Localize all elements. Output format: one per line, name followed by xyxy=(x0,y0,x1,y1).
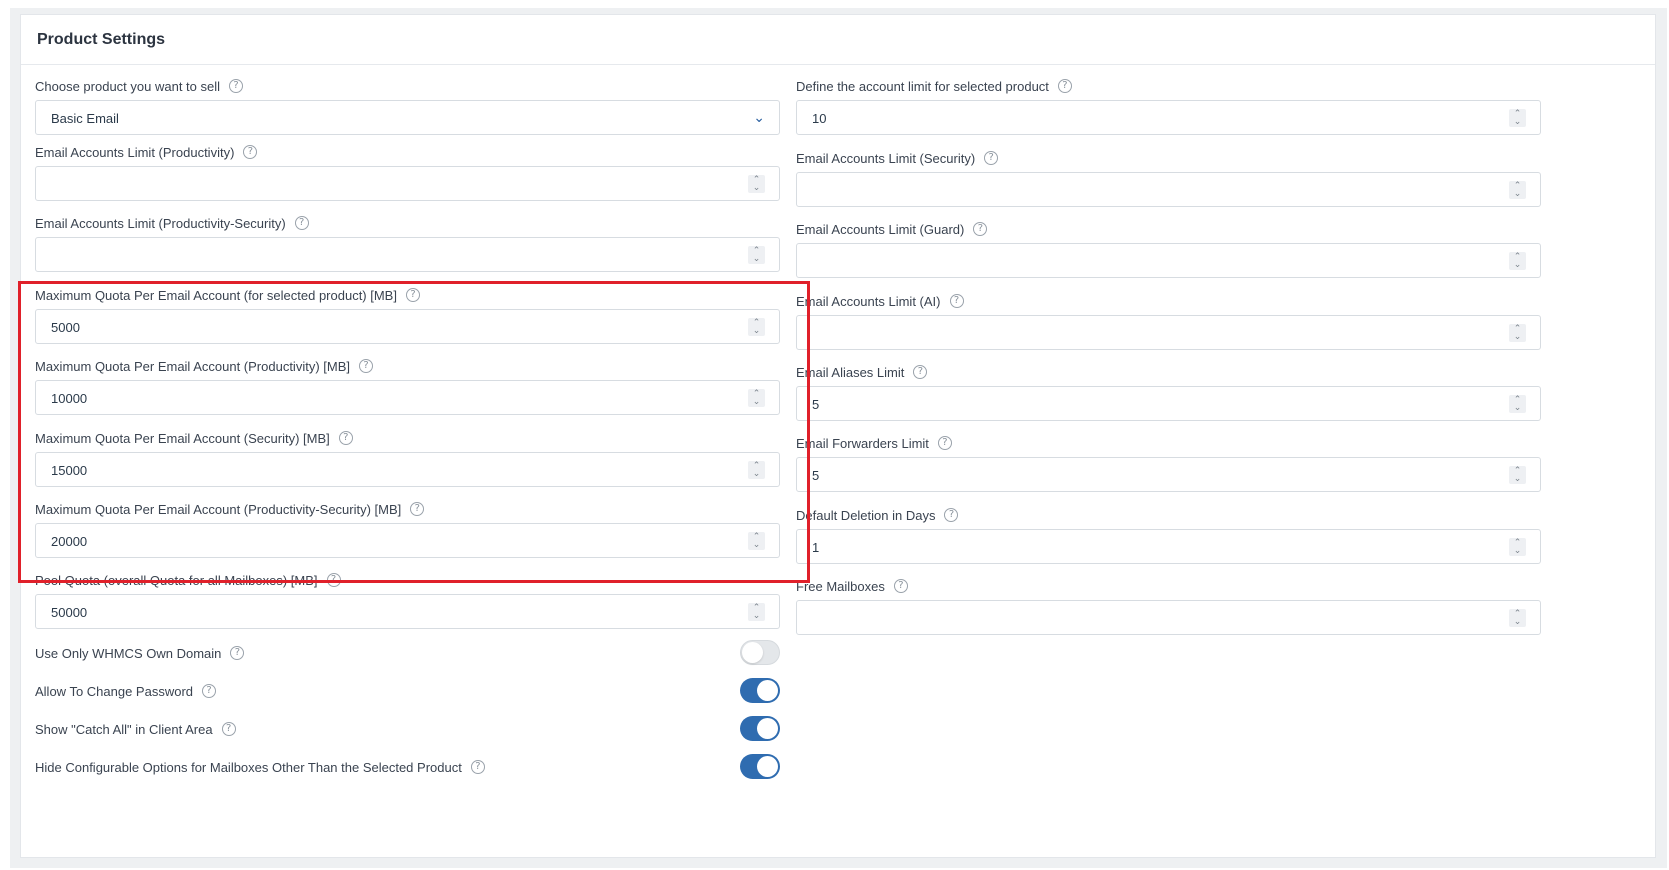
toggle-label: Allow To Change Password xyxy=(35,683,194,699)
highlight-box xyxy=(18,281,810,583)
help-icon[interactable]: ? xyxy=(893,579,908,593)
number-spinner-icon[interactable]: ⌃ ⌄ xyxy=(1509,395,1526,413)
number-spinner-icon[interactable]: ⌃ ⌄ xyxy=(748,246,765,264)
toggle-label: Hide Configurable Options for Mailboxes … xyxy=(35,759,462,775)
help-icon[interactable]: ? xyxy=(470,760,485,774)
account-limit-label: Define the account limit for selected pr… xyxy=(796,78,1049,94)
number-spinner-icon[interactable]: ⌃ ⌄ xyxy=(1509,324,1526,342)
aliases-label: Email Aliases Limit xyxy=(796,364,905,380)
help-icon[interactable]: ? xyxy=(1057,79,1072,93)
forwarders-value: 5 xyxy=(812,468,820,483)
deletion-days-input[interactable]: 1 ⌃ ⌄ xyxy=(796,529,1541,564)
help-icon[interactable]: ? xyxy=(229,79,243,93)
limit-productivity-label: Email Accounts Limit (Productivity) xyxy=(35,144,235,160)
number-spinner-icon[interactable]: ⌃ ⌄ xyxy=(1509,538,1526,556)
limit-ai-field: Email Accounts Limit (AI)? ⌃ ⌄ xyxy=(796,293,1541,350)
toggle-knob xyxy=(757,756,778,777)
limit-security-input[interactable]: ⌃ ⌄ xyxy=(796,172,1541,207)
limit-security-label: Email Accounts Limit (Security) xyxy=(796,150,976,166)
limit-security-field: Email Accounts Limit (Security)? ⌃ ⌄ xyxy=(796,150,1541,207)
limit-productivity-input[interactable]: ⌃ ⌄ xyxy=(35,166,780,201)
deletion-days-value: 1 xyxy=(812,540,820,555)
toggle-row-change-password: Allow To Change Password? xyxy=(35,678,780,704)
toggle-label: Use Only WHMCS Own Domain xyxy=(35,645,222,661)
pool-quota-input[interactable]: 50000 ⌃ ⌄ xyxy=(35,594,780,629)
pool-quota-value: 50000 xyxy=(51,605,88,620)
toggle-knob xyxy=(742,642,763,663)
forwarders-label: Email Forwarders Limit xyxy=(796,435,929,451)
number-spinner-icon[interactable]: ⌃ ⌄ xyxy=(1509,466,1526,484)
help-icon[interactable]: ? xyxy=(243,145,258,159)
aliases-input[interactable]: 5 ⌃ ⌄ xyxy=(796,386,1541,421)
help-icon[interactable]: ? xyxy=(973,222,988,236)
toggle-label: Show "Catch All" in Client Area xyxy=(35,721,213,737)
product-select[interactable]: Basic Email ⌄ xyxy=(35,100,780,135)
toggle-row-own-domain: Use Only WHMCS Own Domain? xyxy=(35,640,780,666)
limit-productivity-field: Email Accounts Limit (Productivity)? ⌃ ⌄ xyxy=(35,144,780,201)
help-icon[interactable]: ? xyxy=(230,646,245,660)
own-domain-toggle[interactable] xyxy=(740,640,780,665)
help-icon[interactable]: ? xyxy=(984,151,999,165)
panel-title: Product Settings xyxy=(37,31,166,48)
limit-prod-security-input[interactable]: ⌃ ⌄ xyxy=(35,237,780,272)
account-limit-input[interactable]: 10 ⌃ ⌄ xyxy=(796,100,1541,135)
forwarders-field: Email Forwarders Limit? 5 ⌃ ⌄ xyxy=(796,435,1541,492)
help-icon[interactable]: ? xyxy=(937,436,952,450)
number-spinner-icon[interactable]: ⌃ ⌄ xyxy=(1509,181,1526,199)
product-select-label: Choose product you want to sell xyxy=(35,78,220,94)
account-limit-value: 10 xyxy=(812,111,827,126)
number-spinner-icon[interactable]: ⌃ ⌄ xyxy=(748,175,765,193)
number-spinner-icon[interactable]: ⌃ ⌄ xyxy=(1509,252,1526,270)
help-icon[interactable]: ? xyxy=(202,684,217,698)
toggle-row-catch-all: Show "Catch All" in Client Area? xyxy=(35,716,780,742)
number-spinner-icon[interactable]: ⌃ ⌄ xyxy=(748,603,765,621)
hide-options-toggle[interactable] xyxy=(740,754,780,779)
help-icon[interactable]: ? xyxy=(221,722,236,736)
number-spinner-icon[interactable]: ⌃ ⌄ xyxy=(1509,609,1526,627)
deletion-days-label: Default Deletion in Days xyxy=(796,507,936,523)
help-icon[interactable]: ? xyxy=(913,365,928,379)
limit-guard-input[interactable]: ⌃ ⌄ xyxy=(796,243,1541,278)
product-select-value: Basic Email xyxy=(51,111,119,126)
panel-header: Product Settings xyxy=(21,15,1655,65)
limit-guard-label: Email Accounts Limit (Guard) xyxy=(796,221,965,237)
limit-ai-input[interactable]: ⌃ ⌄ xyxy=(796,315,1541,350)
limit-ai-label: Email Accounts Limit (AI) xyxy=(796,293,941,309)
change-password-toggle[interactable] xyxy=(740,678,780,703)
limit-prod-security-label: Email Accounts Limit (Productivity-Secur… xyxy=(35,215,286,231)
toggle-knob xyxy=(757,680,778,701)
help-icon[interactable]: ? xyxy=(944,508,959,522)
toggle-row-hide-options: Hide Configurable Options for Mailboxes … xyxy=(35,754,780,780)
help-icon[interactable]: ? xyxy=(294,216,309,230)
product-select-field: Choose product you want to sell? Basic E… xyxy=(35,78,780,135)
limit-prod-security-field: Email Accounts Limit (Productivity-Secur… xyxy=(35,215,780,272)
account-limit-field: Define the account limit for selected pr… xyxy=(796,78,1541,135)
free-mailboxes-input[interactable]: ⌃ ⌄ xyxy=(796,600,1541,635)
forwarders-input[interactable]: 5 ⌃ ⌄ xyxy=(796,457,1541,492)
free-mailboxes-field: Free Mailboxes? ⌃ ⌄ xyxy=(796,578,1541,635)
deletion-days-field: Default Deletion in Days? 1 ⌃ ⌄ xyxy=(796,507,1541,564)
chevron-down-icon: ⌄ xyxy=(753,110,765,126)
limit-guard-field: Email Accounts Limit (Guard)? ⌃ ⌄ xyxy=(796,221,1541,278)
toggle-knob xyxy=(757,718,778,739)
number-spinner-icon[interactable]: ⌃ ⌄ xyxy=(1509,109,1526,127)
aliases-value: 5 xyxy=(812,397,820,412)
aliases-field: Email Aliases Limit? 5 ⌃ ⌄ xyxy=(796,364,1541,421)
help-icon[interactable]: ? xyxy=(949,294,964,308)
catch-all-toggle[interactable] xyxy=(740,716,780,741)
